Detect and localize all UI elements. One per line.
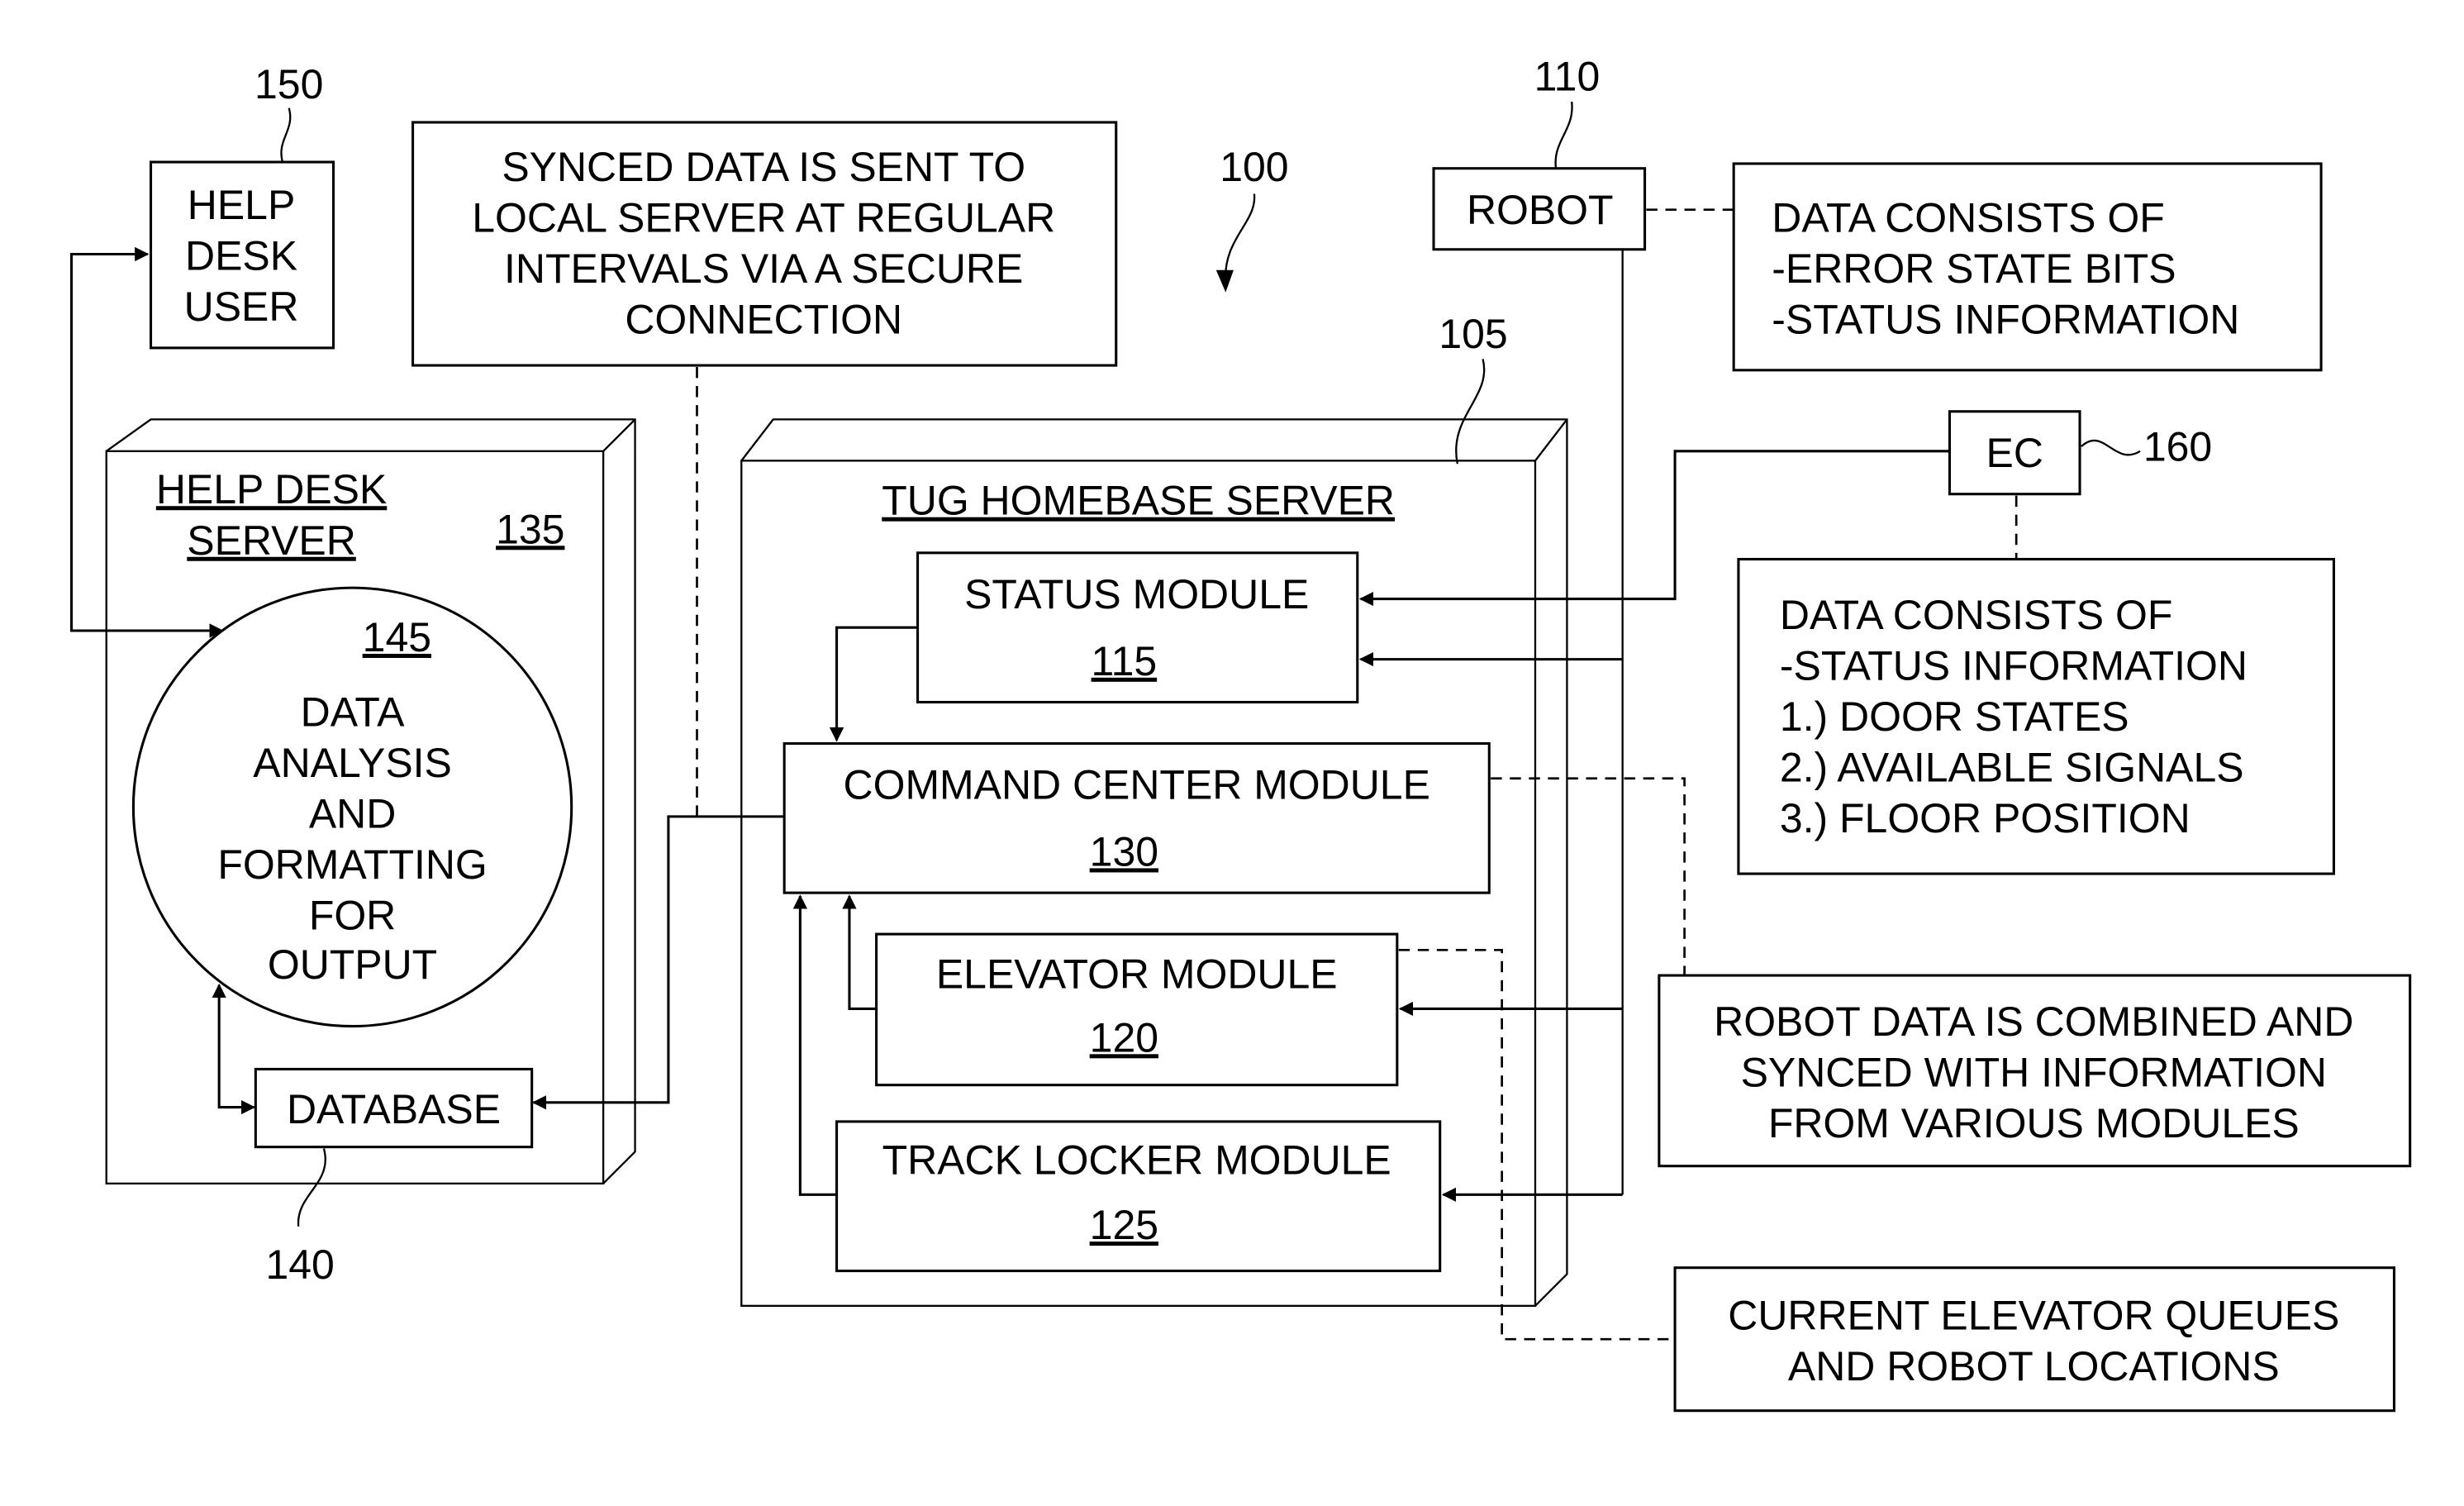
analysis-ref: 145 (363, 614, 431, 660)
help-desk-user-box[interactable]: HELP DESK USER (149, 160, 335, 350)
analysis-line: FORMATTING (217, 841, 487, 888)
help-desk-user-line: USER (184, 284, 299, 330)
track-locker-to-command-connector (792, 894, 837, 1196)
track-locker-module[interactable]: TRACK LOCKER MODULE 125 (835, 1120, 1442, 1273)
note-line: SYNCED DATA IS SENT TO (502, 144, 1025, 190)
database-box[interactable]: DATABASE (254, 1067, 534, 1149)
analysis-line: ANALYSIS (253, 740, 452, 786)
note-line: FROM VARIOUS MODULES (1768, 1100, 2300, 1146)
figure-ref-leader (1225, 193, 1256, 284)
ec-data-note: DATA CONSISTS OF -STATUS INFORMATION 1.)… (1737, 557, 2335, 875)
help-desk-server-title: HELP DESK (156, 466, 387, 512)
analysis-line: FOR (309, 892, 396, 938)
note-line: AND ROBOT LOCATIONS (1788, 1343, 2280, 1389)
help-desk-server-ref: 135 (496, 506, 564, 552)
figure-ref-label: 100 (1220, 144, 1288, 190)
ec-box[interactable]: EC (1948, 410, 2081, 496)
help-desk-server-title: SERVER (187, 517, 356, 564)
combined-data-note: ROBOT DATA IS COMBINED AND SYNCED WITH I… (1658, 974, 2412, 1168)
help-desk-user-line: HELP (188, 182, 295, 228)
status-module-label: STATUS MODULE (964, 571, 1309, 617)
tug-server-ref: 105 (1439, 311, 1507, 357)
command-center-module[interactable]: COMMAND CENTER MODULE 130 (782, 741, 1491, 894)
elevator-module[interactable]: ELEVATOR MODULE 120 (875, 932, 1399, 1087)
note-line: 1.) DOOR STATES (1780, 693, 2129, 740)
data-analysis-process[interactable]: 145 DATA ANALYSIS AND FORMATTING FOR OUT… (131, 586, 573, 1028)
status-to-command-connector (829, 626, 918, 742)
note-line: -STATUS INFORMATION (1780, 643, 2248, 689)
ec-ref: 160 (2143, 423, 2212, 469)
ec-leader (2081, 439, 2141, 456)
track-locker-ref: 125 (1090, 1202, 1158, 1248)
note-line: INTERVALS VIA A SECURE (504, 245, 1023, 292)
status-module-ref: 115 (1092, 638, 1158, 684)
note-line: LOCAL SERVER AT REGULAR (472, 195, 1055, 241)
analysis-line: DATA (301, 689, 405, 735)
note-line: -ERROR STATE BITS (1772, 245, 2176, 292)
database-label: DATABASE (287, 1086, 501, 1132)
command-center-label: COMMAND CENTER MODULE (844, 762, 1430, 808)
robot-box[interactable]: ROBOT (1432, 167, 1647, 251)
synced-data-note: SYNCED DATA IS SENT TO LOCAL SERVER AT R… (411, 121, 1118, 367)
status-module[interactable]: STATUS MODULE 115 (916, 551, 1359, 704)
command-to-database-connector (531, 815, 785, 1110)
note-line: DATA CONSISTS OF (1772, 195, 2164, 241)
note-line: CURRENT ELEVATOR QUEUES (1728, 1293, 2339, 1339)
elevator-module-label: ELEVATOR MODULE (936, 951, 1338, 997)
analysis-line: AND (309, 790, 396, 836)
database-ref: 140 (265, 1241, 334, 1288)
help-desk-user-line: DESK (185, 233, 297, 279)
note-line: DATA CONSISTS OF (1780, 592, 2172, 638)
analysis-database-connector (212, 983, 256, 1115)
database-leader (297, 1148, 326, 1227)
help-desk-user-leader (280, 107, 292, 163)
note-line: SYNCED WITH INFORMATION (1741, 1050, 2327, 1096)
note-line: -STATUS INFORMATION (1772, 297, 2239, 343)
elevator-to-command-connector (842, 894, 877, 1010)
command-note-dashed-leader (1491, 777, 1686, 976)
help-desk-user-ref: 150 (254, 61, 323, 107)
queues-note: CURRENT ELEVATOR QUEUES AND ROBOT LOCATI… (1673, 1266, 2395, 1413)
command-center-ref: 130 (1090, 828, 1158, 875)
note-line: 2.) AVAILABLE SIGNALS (1780, 745, 2244, 791)
elevator-module-ref: 120 (1090, 1014, 1158, 1060)
robot-label: ROBOT (1467, 187, 1614, 233)
note-line: ROBOT DATA IS COMBINED AND (1714, 998, 2353, 1045)
robot-leader (1554, 101, 1573, 169)
analysis-line: OUTPUT (268, 941, 437, 988)
robot-ref: 110 (1534, 54, 1601, 100)
figure-ref-arrowhead-icon (1215, 269, 1234, 293)
note-line: 3.) FLOOR POSITION (1780, 795, 2190, 841)
ec-label: EC (1986, 430, 2043, 476)
note-line: CONNECTION (625, 297, 902, 343)
tug-server-title: TUG HOMEBASE SERVER (882, 478, 1395, 524)
track-locker-label: TRACK LOCKER MODULE (882, 1137, 1391, 1183)
robot-data-note: DATA CONSISTS OF -ERROR STATE BITS -STAT… (1732, 162, 2323, 372)
tug-server-leader (1455, 359, 1486, 465)
system-diagram: 100 150 HELP DESK USER SYNCED DATA IS SE… (69, 54, 2412, 1413)
